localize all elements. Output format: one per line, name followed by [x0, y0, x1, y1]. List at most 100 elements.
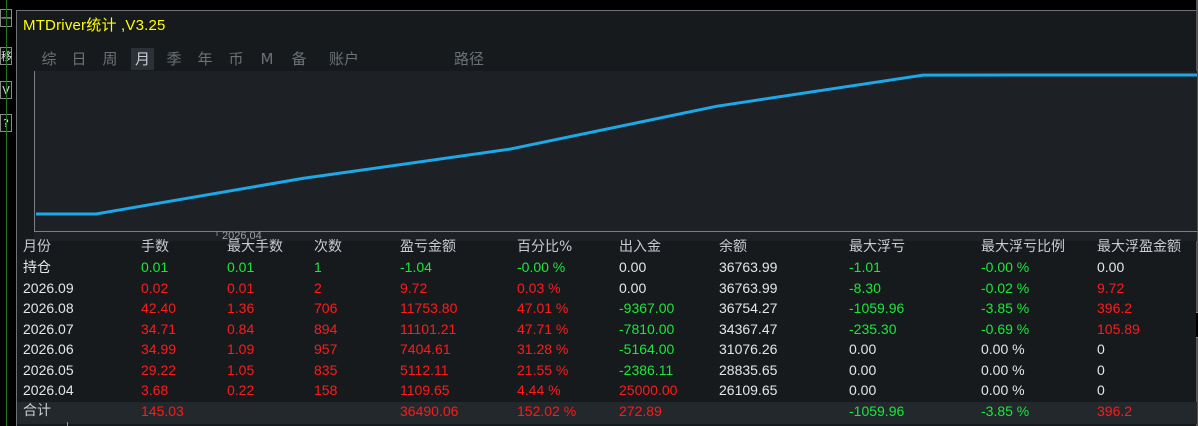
cell-percent: -0.00 %: [517, 259, 566, 275]
cell-percent: 152.02 %: [517, 403, 577, 419]
cell-max-float-loss: 0.00: [849, 361, 877, 378]
cell-pnl: 盈亏金额: [400, 239, 456, 255]
cell-deposit-withdrawal: -7810.00: [619, 320, 675, 337]
cell-max-float-loss-ratio: -0.00 %: [981, 259, 1030, 275]
cell-pnl: 7404.61: [400, 341, 451, 357]
tab-currency[interactable]: 币: [226, 48, 246, 70]
cell-count: 835: [314, 361, 338, 378]
cell-max-float-profit: 0.00: [1097, 259, 1125, 275]
cell-pnl: -1.04: [400, 259, 432, 275]
cell-max-float-profit: 0: [1097, 361, 1105, 378]
cell-pnl: 9.72: [400, 279, 428, 296]
stats-panel: MTDriver统计 ,V3.25 综 日 周 月 季 年 币 M 备 账户 路…: [16, 10, 1197, 426]
table-row: 2026.08 42.40 1.36 706 11753.80 47.01 % -9367.…: [17, 298, 1197, 318]
tab-week[interactable]: 周: [100, 48, 120, 70]
cell-month: 持仓: [23, 259, 51, 275]
cell-percent: 47.01 %: [517, 300, 569, 316]
cell-max-float-profit: 9.72: [1097, 279, 1125, 296]
cell-max-float-loss: -1.01: [849, 259, 881, 275]
cell-max-float-loss-ratio: 0.00 %: [981, 341, 1025, 357]
cell-month: 2026.08: [23, 300, 74, 316]
table-row: 持仓 0.01 0.01 1 -1.04 -0.00 % 0.00 36763.99 -1.01…: [17, 257, 1197, 277]
cell-lots: 42.40: [141, 300, 177, 316]
cell-month: 合计: [23, 403, 51, 419]
cell-lots: 34.99: [141, 341, 177, 357]
table-total-row: 合计 145.03 36490.06 152.02 % 272.89 -1059.96 -3…: [17, 401, 1197, 421]
tab-summary[interactable]: 综: [39, 48, 59, 70]
cell-max-lots: 最大手数: [227, 239, 283, 255]
table-row: 2026.06 34.99 1.09 957 7404.61 31.28 % -5164.0…: [17, 339, 1197, 359]
cell-deposit-withdrawal: -5164.00: [619, 341, 675, 357]
cell-max-float-loss: -235.30: [849, 320, 897, 337]
cell-pnl: 1109.65: [400, 382, 450, 398]
cell-lots: 34.71: [141, 320, 177, 337]
tick-marks: [67, 422, 148, 426]
cell-balance: 36754.27: [719, 300, 778, 316]
cell-max-lots: 1.36: [227, 300, 255, 316]
tab-month[interactable]: 月: [131, 48, 154, 70]
cell-deposit-withdrawal: 0.00: [619, 259, 647, 275]
tab-notes[interactable]: 备: [289, 48, 309, 70]
cell-count: 1: [314, 259, 322, 275]
cell-pnl: 11753.80: [400, 300, 458, 316]
cell-max-float-profit: 396.2: [1097, 403, 1133, 419]
cell-deposit-withdrawal: -9367.00: [619, 300, 675, 316]
cell-count: 894: [314, 320, 338, 337]
tab-day[interactable]: 日: [69, 48, 89, 70]
cell-deposit-withdrawal: 出入金: [619, 239, 661, 255]
balance-chart-svg: 2026.04: [34, 71, 1197, 241]
table-header: 月份 手数 最大手数 次数 盈亏金额 百分比% 出入金 余额 最大浮亏 最大浮亏比例 最大浮盈金额: [17, 237, 1197, 257]
table-row: 2026.04 3.68 0.22 158 1109.65 4.44 % 25000.00 2…: [17, 380, 1197, 400]
cell-lots: 3.68: [141, 382, 169, 398]
cell-max-float-loss-ratio: 0.00 %: [981, 382, 1025, 398]
cell-lots: 手数: [141, 239, 169, 255]
table-row: 2026.05 29.22 1.05 835 5112.11 21.55 % -2386.1…: [17, 360, 1197, 380]
cell-deposit-withdrawal: 272.89: [619, 403, 662, 419]
chart-line-left: [6, 0, 7, 426]
cell-max-float-loss-ratio: -0.69 %: [981, 320, 1030, 337]
cell-balance: 31076.26: [719, 341, 778, 357]
window-title: MTDriver统计 ,V3.25: [23, 17, 166, 34]
cell-balance: 28835.65: [719, 361, 778, 378]
tab-path[interactable]: 路径: [449, 48, 489, 70]
cell-max-float-profit: 0: [1097, 382, 1105, 398]
cell-max-float-loss-ratio: 0.00 %: [981, 361, 1025, 378]
cell-percent: 4.44 %: [517, 382, 561, 398]
cell-month: 2026.04: [23, 382, 74, 398]
tab-account[interactable]: 账户: [324, 48, 364, 70]
cell-count: 706: [314, 300, 338, 316]
cell-max-float-profit: 0: [1097, 341, 1105, 357]
cell-max-float-profit: 105.89: [1097, 320, 1140, 337]
tab-m[interactable]: M: [257, 48, 277, 70]
balance-chart: 2026.04: [34, 71, 1197, 241]
cell-pnl: 5112.11: [400, 361, 449, 378]
table-row: 2026.07 34.71 0.84 894 11101.21 47.71 % -7810.…: [17, 319, 1197, 339]
cell-balance: 26109.65: [719, 382, 778, 398]
tab-year[interactable]: 年: [195, 48, 215, 70]
left-toolbar: 一 移 V ?: [0, 0, 16, 426]
cell-max-float-loss-ratio: -3.85 %: [981, 300, 1030, 316]
cell-deposit-withdrawal: 25000.00: [619, 382, 678, 398]
cell-max-float-loss: -1059.96: [849, 403, 905, 419]
cell-max-float-profit: 396.2: [1097, 300, 1133, 316]
cell-max-float-loss-ratio: 最大浮亏比例: [981, 239, 1065, 255]
cell-max-float-loss-ratio: -3.85 %: [981, 403, 1030, 419]
cell-balance: 34367.47: [719, 320, 778, 337]
cell-max-lots: 0.01: [227, 279, 255, 296]
cell-month: 2026.07: [23, 320, 74, 337]
cell-max-float-loss: 最大浮亏: [849, 239, 905, 255]
cell-count: 158: [314, 382, 338, 398]
cell-count: 次数: [314, 239, 342, 255]
cell-lots: 0.01: [141, 259, 169, 275]
cell-lots: 29.22: [141, 361, 177, 378]
cell-max-float-loss: -1059.96: [849, 300, 905, 316]
cell-deposit-withdrawal: -2386.11: [619, 361, 674, 378]
tab-quarter[interactable]: 季: [164, 48, 184, 70]
cell-month: 2026.06: [23, 341, 74, 357]
cell-count: 957: [314, 341, 338, 357]
cell-pnl: 11101.21: [400, 320, 457, 337]
balance-series-line: [36, 73, 1197, 216]
cell-percent: 0.03 %: [517, 279, 561, 296]
cell-lots: 145.03: [141, 403, 184, 419]
cell-max-float-loss: -8.30: [849, 279, 881, 296]
